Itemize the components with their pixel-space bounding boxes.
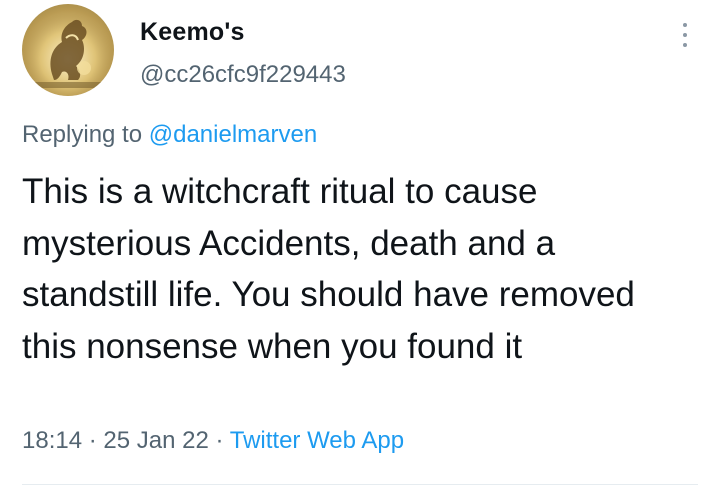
avatar[interactable] [22, 4, 114, 96]
divider [22, 484, 698, 485]
tweet-meta: 18:14 · 25 Jan 22 · Twitter Web App [22, 427, 404, 455]
more-vertical-icon[interactable] [676, 20, 694, 50]
tweet-card: Keemo's @cc26cfc9f229443 Replying to @da… [0, 0, 720, 492]
display-name[interactable]: Keemo's [140, 18, 245, 47]
meta-separator: · [88, 427, 97, 454]
replying-to-line: Replying to @danielmarven [22, 121, 317, 149]
meta-separator: · [215, 427, 224, 454]
replying-to-label: Replying to [22, 121, 143, 148]
horse-emblem-icon [22, 4, 114, 96]
tweet-time[interactable]: 18:14 [22, 427, 82, 454]
tweet-date[interactable]: 25 Jan 22 [103, 427, 208, 454]
source-app-link[interactable]: Twitter Web App [230, 427, 404, 454]
tweet-text: This is a witchcraft ritual to cause mys… [22, 172, 635, 366]
mention-link[interactable]: @danielmarven [149, 121, 317, 148]
user-handle[interactable]: @cc26cfc9f229443 [140, 61, 346, 89]
